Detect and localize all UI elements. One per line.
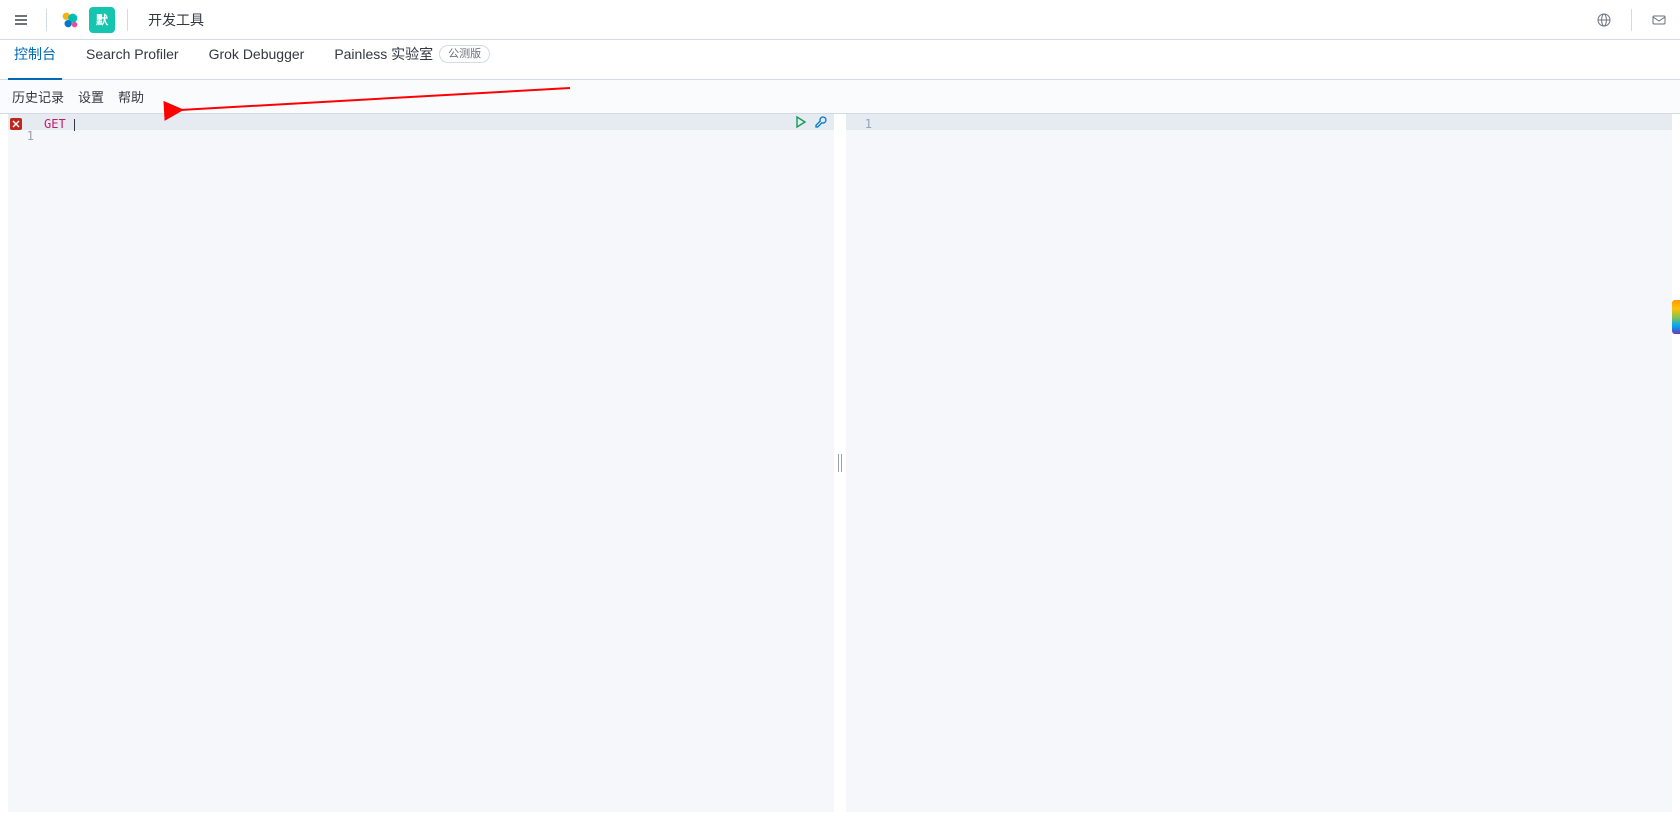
tab-label: Painless 实验室	[334, 39, 433, 69]
submenu-settings[interactable]: 设置	[78, 87, 104, 106]
tab-grok-debugger[interactable]: Grok Debugger	[203, 39, 311, 79]
app-header: 默 开发工具	[0, 0, 1680, 40]
tab-label: 控制台	[14, 39, 56, 69]
divider	[127, 9, 128, 31]
send-request-button[interactable]	[794, 115, 808, 129]
request-gutter: 1	[8, 114, 40, 812]
tabs-row: 控制台 Search Profiler Grok Debugger Painle…	[0, 40, 1680, 80]
response-viewer[interactable]	[878, 114, 1672, 812]
submenu-help[interactable]: 帮助	[118, 87, 144, 106]
line-number: 1	[8, 128, 34, 144]
request-editor[interactable]: GET	[40, 114, 834, 812]
request-options-button[interactable]	[814, 115, 828, 129]
console-submenu: 历史记录 设置 帮助	[0, 80, 1680, 114]
tab-label: Search Profiler	[86, 39, 179, 69]
tab-console[interactable]: 控制台	[8, 39, 62, 79]
wrench-icon	[814, 115, 828, 129]
header-left: 默 开发工具	[8, 7, 204, 33]
tab-painless-lab[interactable]: Painless 实验室 公测版	[328, 39, 496, 79]
play-icon	[794, 115, 808, 129]
mail-icon	[1651, 12, 1667, 28]
elastic-logo-icon	[59, 9, 81, 31]
text-caret	[74, 119, 75, 131]
line-number: 1	[846, 116, 872, 132]
tab-label: Grok Debugger	[209, 39, 305, 69]
pane-splitter[interactable]	[834, 114, 846, 812]
side-panel-handle[interactable]	[1672, 300, 1680, 334]
divider	[1631, 9, 1632, 31]
header-right	[1591, 7, 1672, 33]
inbox-button[interactable]	[1646, 7, 1672, 33]
splitter-grip-icon	[838, 454, 842, 472]
newsfeed-button[interactable]	[1591, 7, 1617, 33]
request-actions	[794, 114, 828, 130]
beta-badge: 公测版	[439, 45, 490, 63]
elastic-logo[interactable]	[59, 9, 81, 31]
http-method-keyword: GET	[44, 117, 66, 131]
space-badge-text: 默	[96, 11, 108, 28]
divider	[46, 9, 47, 31]
console-editor: 1 GET	[8, 114, 1672, 812]
request-pane: 1 GET	[8, 114, 834, 812]
menu-toggle-button[interactable]	[8, 7, 34, 33]
breadcrumb-title: 开发工具	[140, 10, 204, 30]
submenu-history[interactable]: 历史记录	[12, 87, 64, 106]
hamburger-icon	[13, 12, 29, 28]
globe-icon	[1596, 12, 1612, 28]
error-x-icon	[12, 120, 20, 128]
space-selector[interactable]: 默	[89, 7, 115, 33]
line-highlight	[878, 114, 1672, 130]
response-pane: 1	[846, 114, 1672, 812]
response-gutter: 1	[846, 114, 878, 812]
tab-search-profiler[interactable]: Search Profiler	[80, 39, 185, 79]
code-line: GET	[40, 116, 834, 132]
